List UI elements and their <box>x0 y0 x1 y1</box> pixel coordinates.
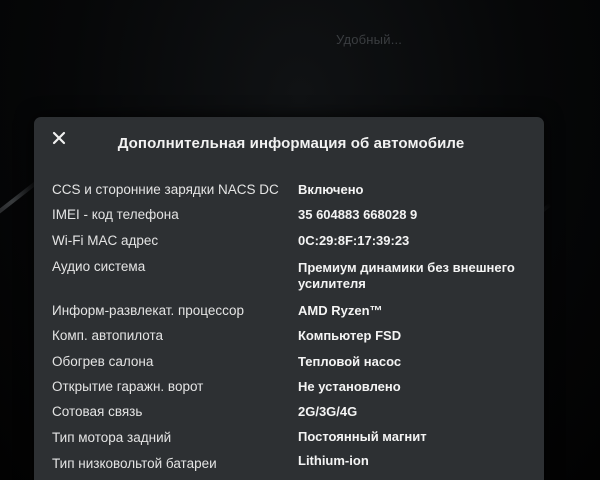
info-label: Тип низковольтой батареи <box>52 456 217 471</box>
additional-vehicle-info-dialog: Дополнительная информация об автомобиле … <box>34 117 544 480</box>
info-value: Тепловой насос <box>298 354 402 369</box>
info-value: Не установлено <box>298 379 401 394</box>
info-label: Обогрев салона <box>52 354 154 369</box>
info-value: Премиум динамики без внешнего усилителя <box>298 260 515 291</box>
info-label: IMEI - код телефона <box>52 207 179 222</box>
info-label: Аудио система <box>52 259 146 274</box>
info-label: Комп. автопилота <box>52 328 164 343</box>
dialog-title: Дополнительная информация об автомобиле <box>117 135 465 152</box>
info-value: 2G/3G/4G <box>298 404 358 419</box>
info-label: Wi-Fi MAC адрес <box>52 233 159 248</box>
info-value: Постоянный магнит <box>298 429 427 444</box>
info-label: Открытие гаражн. ворот <box>52 379 204 394</box>
background-hint-text: Удобный... <box>336 32 403 47</box>
info-value: Компьютер FSD <box>298 328 402 343</box>
info-label: Сотовая связь <box>52 404 143 419</box>
car-display-screen: Удобный... Дополнительная информация об … <box>0 0 600 480</box>
info-label: CCS и сторонние зарядки NACS DC <box>52 182 279 197</box>
info-value: 0C:29:8F:17:39:23 <box>298 233 410 248</box>
info-value: AMD Ryzen™ <box>298 303 383 318</box>
info-value: 35 604883 668028 9 <box>298 207 418 222</box>
info-label: Информ-развлекат. процессор <box>52 303 245 318</box>
info-label: Тип мотора задний <box>52 430 172 445</box>
info-value: Включено <box>298 182 364 197</box>
info-value: Lithium-ion <box>298 453 369 468</box>
